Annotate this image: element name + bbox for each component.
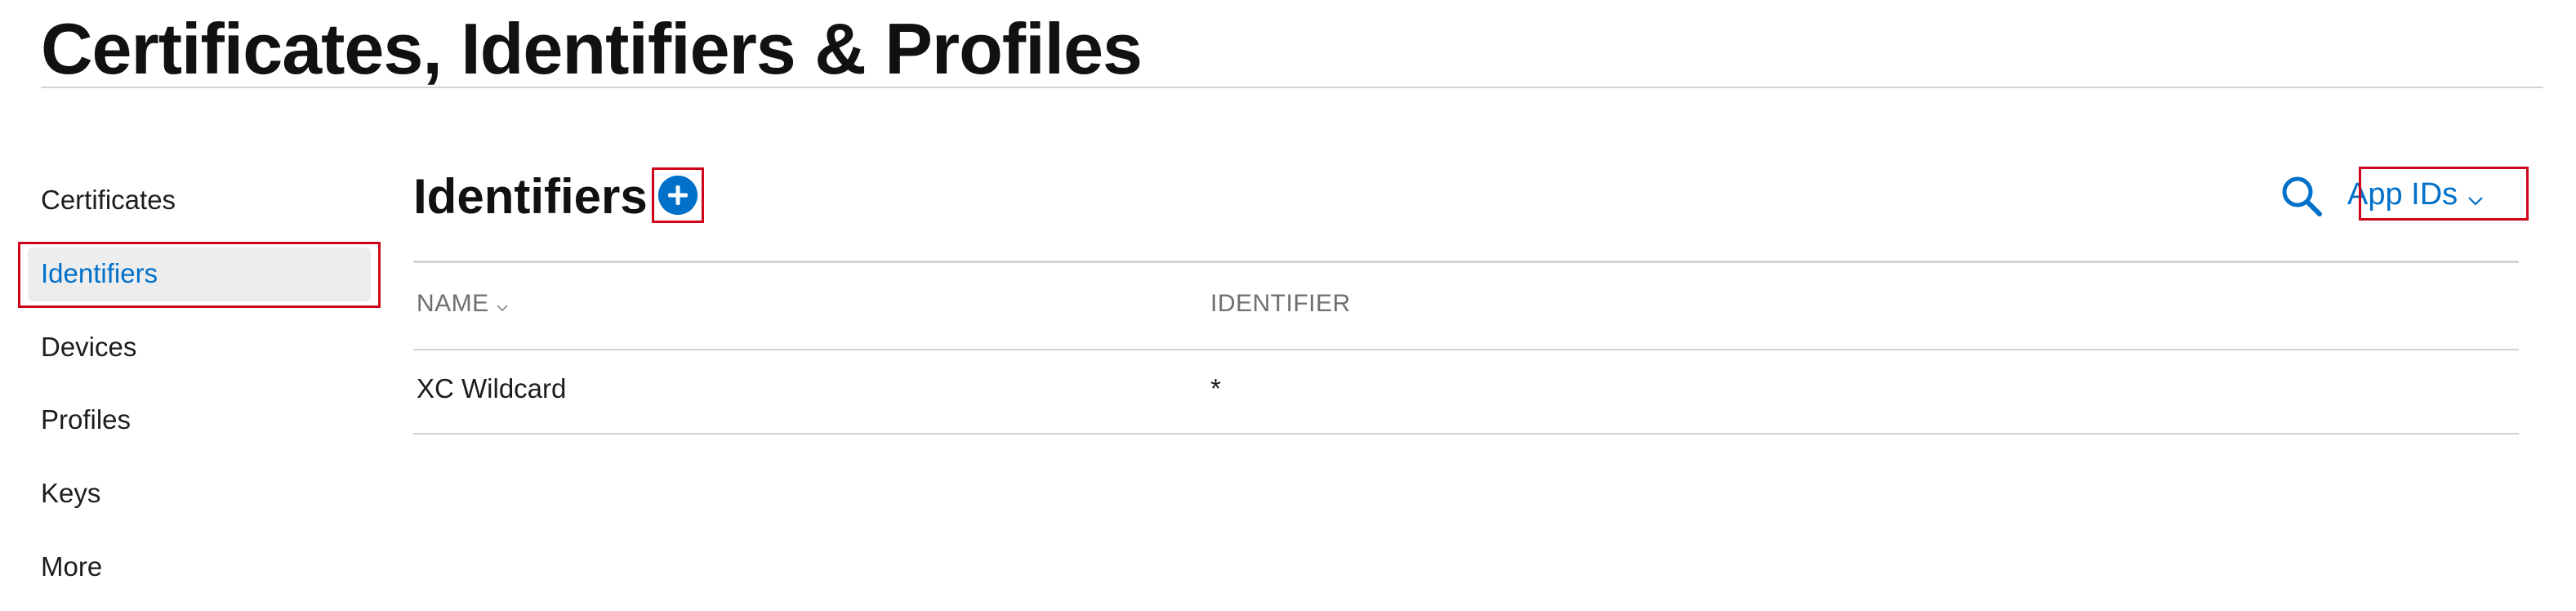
page-title: Certificates, Identifiers & Profiles (41, 8, 1143, 89)
sidebar-item-keys[interactable]: Keys (41, 469, 100, 518)
table-row-divider (413, 433, 2519, 435)
sidebar-item-devices[interactable]: Devices (41, 323, 136, 372)
sidebar-item-identifiers[interactable]: Identifiers (41, 249, 158, 298)
add-identifier-button[interactable] (658, 176, 697, 215)
column-header-identifier: IDENTIFIER (1210, 290, 1351, 317)
section-title: Identifiers (413, 169, 648, 224)
column-header-name-label: NAME (417, 290, 489, 317)
app-ids-filter-dropdown[interactable]: App IDs (2347, 170, 2484, 219)
plus-circle-icon (658, 176, 697, 215)
sidebar-item-more[interactable]: More (41, 542, 102, 591)
sort-chevron-icon (496, 287, 509, 323)
row-name-cell: XC Wildcard (417, 373, 567, 404)
search-icon (2282, 176, 2322, 216)
filter-selected-label: App IDs (2347, 177, 2458, 212)
search-button[interactable] (2279, 173, 2324, 219)
title-divider (41, 87, 2543, 88)
sidebar-item-certificates[interactable]: Certificates (41, 176, 176, 225)
table-top-divider (413, 261, 2519, 263)
column-header-name[interactable]: NAME (417, 286, 509, 323)
row-identifier-cell: * (1210, 373, 1221, 404)
chevron-down-icon (2467, 172, 2484, 221)
sidebar-item-profiles[interactable]: Profiles (41, 395, 131, 444)
table-header-divider (413, 349, 2519, 350)
